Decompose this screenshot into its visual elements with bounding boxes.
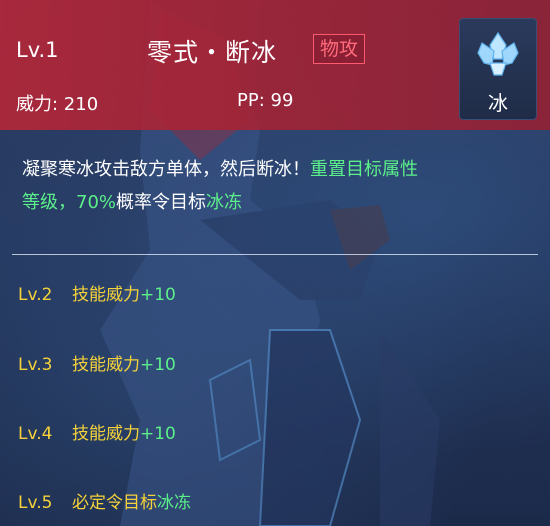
upgrade-level: Lv.5: [18, 493, 53, 513]
desc-status: 冰冻: [206, 192, 243, 213]
level-upgrade-row: Lv.2 技能威力+10: [18, 280, 176, 305]
divider: [12, 254, 538, 255]
desc-effect: 重置目标属性: [310, 159, 418, 180]
power-stat: 威力: 210: [16, 94, 99, 115]
desc-effect-cont: 等级，: [22, 192, 76, 213]
category-badge: 物攻: [313, 34, 366, 64]
upgrade-bonus: +10: [140, 424, 176, 444]
ice-crystal-icon: [477, 31, 519, 76]
upgrade-bonus: +10: [140, 285, 176, 305]
level-upgrade-row: Lv.3 技能威力+10: [18, 350, 176, 375]
element-type-label: 冰: [488, 91, 508, 115]
desc-text: 凝聚寒冰攻击敌方单体，然后断冰！: [22, 159, 310, 180]
upgrade-text: 必定令目标: [72, 493, 157, 513]
skill-description: 凝聚寒冰攻击敌方单体，然后断冰！重置目标属性等级，70%概率令目标冰冻: [22, 153, 532, 219]
level-upgrade-row: Lv.4 技能威力+10: [18, 419, 176, 444]
upgrade-text: 技能威力: [72, 424, 140, 444]
upgrade-level: Lv.4: [18, 424, 53, 444]
upgrade-text: 技能威力: [72, 285, 140, 305]
pp-stat: PP: 99: [237, 90, 294, 111]
skill-name: 零式・断冰: [147, 38, 278, 67]
skill-level: Lv.1: [16, 38, 59, 62]
upgrade-level: Lv.2: [18, 285, 53, 305]
upgrade-level: Lv.3: [18, 355, 53, 375]
upgrade-bonus: 冰冻: [157, 493, 191, 513]
upgrade-bonus: +10: [140, 355, 176, 375]
desc-text-2: 概率令目标: [116, 192, 207, 213]
desc-chance: 70%: [76, 192, 117, 213]
level-upgrade-row: Lv.5 必定令目标冰冻: [18, 488, 191, 513]
upgrade-text: 技能威力: [72, 355, 140, 375]
element-type-box: 冰: [459, 18, 537, 120]
